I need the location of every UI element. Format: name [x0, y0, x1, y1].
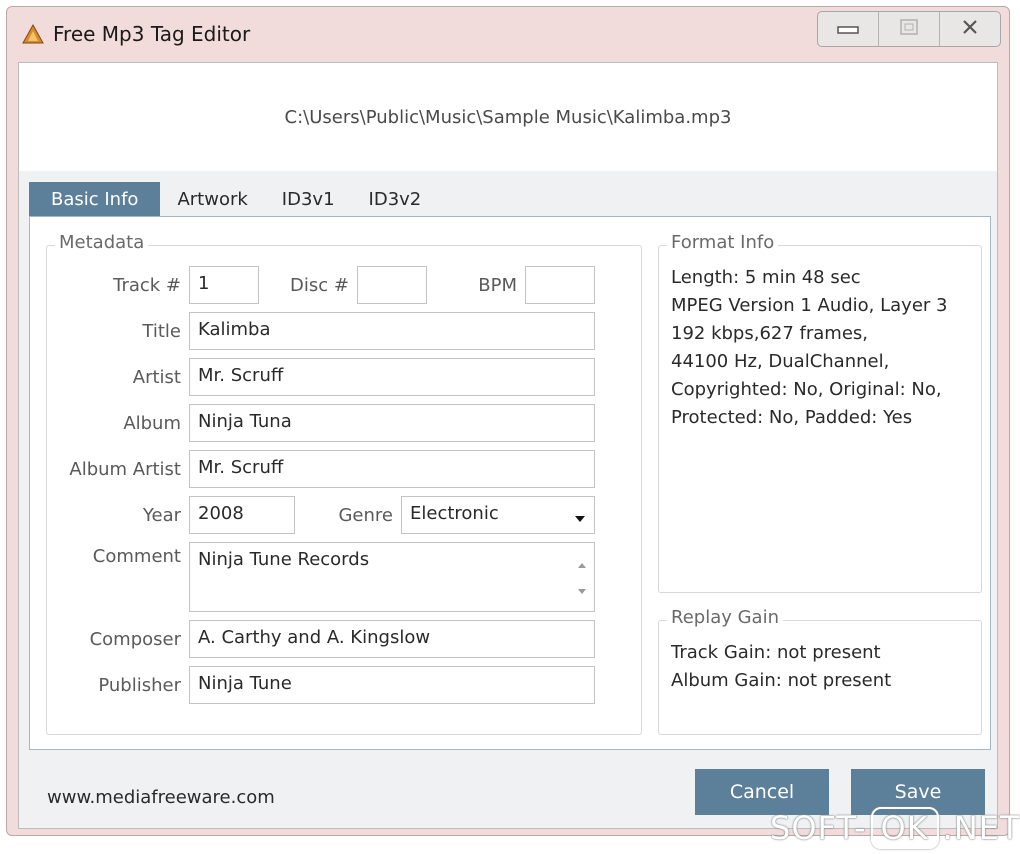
artist-label: Artist	[132, 367, 181, 388]
window-controls	[817, 11, 1001, 47]
format-sample-rate: 44100 Hz, DualChannel,	[671, 351, 890, 372]
album-label: Album	[123, 413, 181, 434]
title-field[interactable]: Kalimba	[189, 312, 595, 350]
composer-label: Composer	[89, 629, 181, 650]
album-artist-label: Album Artist	[69, 459, 181, 480]
title-bar[interactable]: Free Mp3 Tag Editor	[7, 7, 1009, 59]
bpm-field[interactable]	[525, 266, 595, 304]
format-protected: Protected: No, Padded: Yes	[671, 407, 913, 428]
watermark-middle: OK	[870, 807, 939, 849]
file-path: C:\Users\Public\Music\Sample Music\Kalim…	[19, 63, 997, 171]
format-info-group-title: Format Info	[667, 232, 779, 253]
album-field[interactable]: Ninja Tuna	[189, 404, 595, 442]
minimize-icon	[837, 20, 859, 39]
metadata-group: Metadata Track # 1 Disc # BPM Title Kali…	[46, 232, 642, 735]
format-bitrate: 192 kbps,627 frames,	[671, 323, 869, 344]
replay-gain-group: Replay Gain Track Gain: not present Albu…	[658, 607, 982, 735]
tab-id3v1[interactable]: ID3v1	[265, 182, 352, 218]
comment-text: Ninja Tune Records	[198, 549, 370, 570]
tab-basic-info[interactable]: Basic Info	[29, 182, 161, 218]
window-title: Free Mp3 Tag Editor	[53, 22, 251, 46]
title-label: Title	[142, 321, 181, 342]
format-length: Length: 5 min 48 sec	[671, 267, 861, 288]
composer-field[interactable]: A. Carthy and A. Kingslow	[189, 620, 595, 658]
replay-gain-lines: Track Gain: not present Album Gain: not …	[671, 639, 891, 695]
album-artist-field[interactable]: Mr. Scruff	[189, 450, 595, 488]
track-label: Track #	[113, 275, 181, 296]
disc-field[interactable]	[357, 266, 427, 304]
tab-artwork[interactable]: Artwork	[160, 182, 264, 218]
close-button[interactable]	[940, 12, 1000, 46]
chevron-down-icon	[574, 508, 586, 529]
metadata-group-title: Metadata	[55, 232, 149, 253]
track-gain: Track Gain: not present	[671, 642, 881, 663]
website-link[interactable]: www.mediafreeware.com	[47, 787, 275, 808]
scroll-up-icon[interactable]	[577, 553, 587, 574]
bpm-label: BPM	[478, 275, 517, 296]
publisher-field[interactable]: Ninja Tune	[189, 666, 595, 704]
format-copyright: Copyrighted: No, Original: No,	[671, 379, 942, 400]
disc-label: Disc #	[290, 275, 349, 296]
publisher-label: Publisher	[98, 675, 181, 696]
maximize-button[interactable]	[879, 12, 940, 46]
genre-dropdown[interactable]: Electronic	[401, 496, 595, 534]
track-field[interactable]: 1	[189, 266, 259, 304]
app-window: Free Mp3 Tag Editor C:\Users\Public\Musi…	[6, 6, 1010, 836]
basic-info-panel: Metadata Track # 1 Disc # BPM Title Kali…	[29, 216, 991, 750]
genre-selected-value: Electronic	[410, 503, 499, 524]
tab-bar: Basic Info Artwork ID3v1 ID3v2	[29, 182, 438, 218]
client-area: C:\Users\Public\Music\Sample Music\Kalim…	[18, 62, 998, 829]
tab-id3v2[interactable]: ID3v2	[352, 182, 439, 218]
format-info-lines: Length: 5 min 48 sec MPEG Version 1 Audi…	[671, 264, 947, 432]
artist-field[interactable]: Mr. Scruff	[189, 358, 595, 396]
album-gain: Album Gain: not present	[671, 670, 892, 691]
mp3-file-icon	[21, 23, 45, 47]
comment-label: Comment	[92, 546, 181, 567]
watermark-logo: SOFT- OK .NET	[770, 806, 1020, 850]
format-mpeg-version: MPEG Version 1 Audio, Layer 3	[671, 295, 948, 316]
format-info-group: Format Info Length: 5 min 48 sec MPEG Ve…	[658, 232, 982, 593]
watermark-right: .NET	[942, 809, 1020, 847]
comment-field[interactable]: Ninja Tune Records	[189, 542, 595, 612]
year-label: Year	[142, 505, 181, 526]
close-icon	[961, 19, 979, 39]
genre-label: Genre	[338, 505, 393, 526]
comment-scrollbar[interactable]	[574, 547, 590, 607]
year-field[interactable]: 2008	[189, 496, 295, 534]
watermark-left: SOFT-	[770, 809, 867, 847]
minimize-button[interactable]	[818, 12, 879, 46]
replay-gain-group-title: Replay Gain	[667, 607, 783, 628]
maximize-icon	[900, 19, 918, 39]
scroll-down-icon[interactable]	[577, 580, 587, 601]
